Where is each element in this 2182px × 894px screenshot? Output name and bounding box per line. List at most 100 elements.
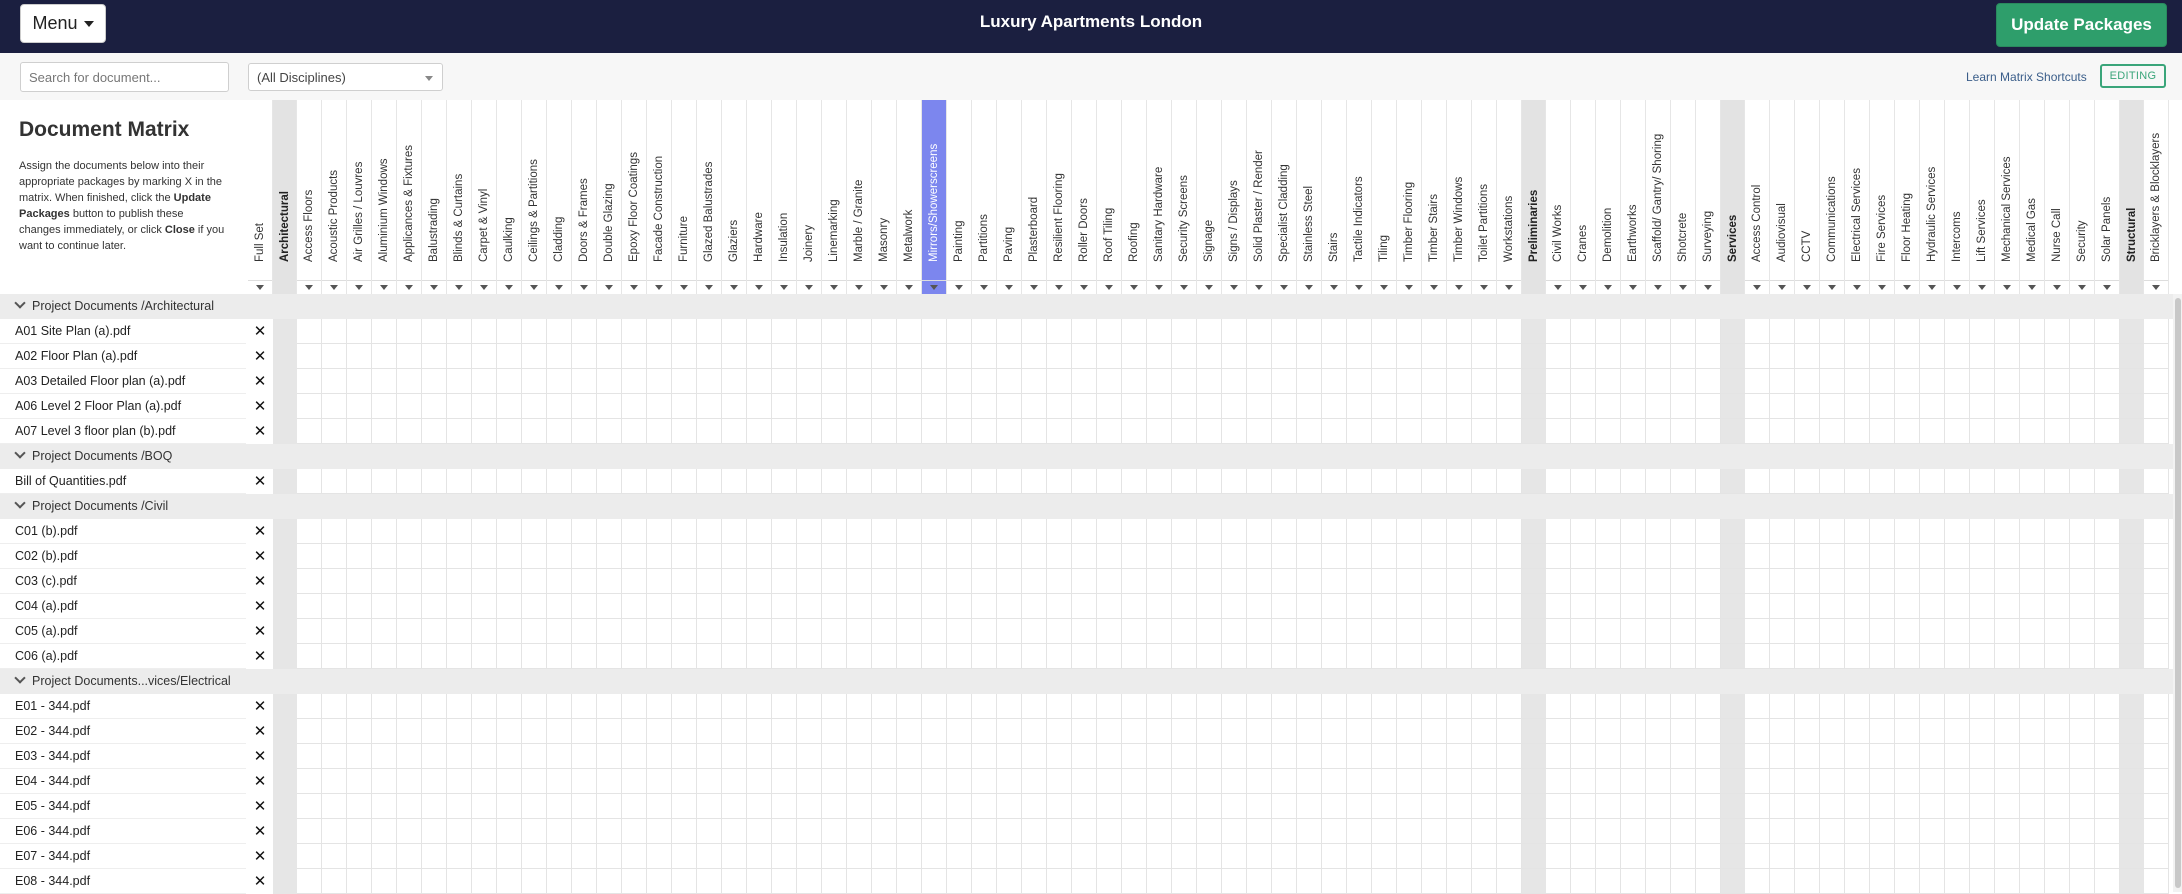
document-name[interactable]: C04 (a).pdf: [0, 594, 246, 619]
column-header-epoxy-floor-coatings[interactable]: Epoxy Floor Coatings: [622, 100, 647, 294]
column-header-signage[interactable]: Signage: [1197, 100, 1222, 294]
document-name[interactable]: C03 (c).pdf: [0, 569, 246, 594]
column-header-doors-frames[interactable]: Doors & Frames: [572, 100, 597, 294]
document-name[interactable]: C02 (b).pdf: [0, 544, 246, 569]
column-dropdown[interactable]: [872, 280, 896, 294]
column-header-timber-flooring[interactable]: Timber Flooring: [1397, 100, 1422, 294]
column-header-facade-construction[interactable]: Facade Construction: [647, 100, 672, 294]
column-header-hydraulic-services[interactable]: Hydraulic Services: [1920, 100, 1945, 294]
column-dropdown[interactable]: [1272, 280, 1296, 294]
document-name[interactable]: E03 - 344.pdf: [0, 744, 246, 769]
document-name[interactable]: E06 - 344.pdf: [0, 819, 246, 844]
column-dropdown[interactable]: [597, 280, 621, 294]
column-header-marble-granite[interactable]: Marble / Granite: [847, 100, 872, 294]
column-header-surveying[interactable]: Surveying: [1696, 100, 1721, 294]
column-dropdown[interactable]: [997, 280, 1021, 294]
column-header-intercoms[interactable]: Intercoms: [1945, 100, 1970, 294]
column-dropdown[interactable]: [1497, 280, 1521, 294]
search-input[interactable]: [20, 62, 229, 92]
column-header-scaffold-gantry-shoring[interactable]: Scaffold/ Gantry/ Shoring: [1646, 100, 1671, 294]
column-dropdown[interactable]: [1147, 280, 1171, 294]
column-header-nurse-call[interactable]: Nurse Call: [2045, 100, 2070, 294]
column-header-services[interactable]: Services: [1721, 100, 1745, 294]
column-dropdown[interactable]: [647, 280, 671, 294]
document-name[interactable]: E05 - 344.pdf: [0, 794, 246, 819]
column-header-specialist-cladding[interactable]: Specialist Cladding: [1272, 100, 1297, 294]
remove-document-icon[interactable]: ✕: [246, 319, 274, 344]
column-dropdown[interactable]: [2020, 280, 2044, 294]
column-dropdown[interactable]: [2045, 280, 2069, 294]
column-header-mirrors-showerscreens[interactable]: Mirrors/Showerscreens: [922, 100, 947, 294]
column-dropdown[interactable]: [1795, 280, 1819, 294]
column-dropdown[interactable]: [2070, 280, 2094, 294]
column-dropdown[interactable]: [672, 280, 696, 294]
column-dropdown[interactable]: [772, 280, 796, 294]
column-header-mechanical-services[interactable]: Mechanical Services: [1995, 100, 2020, 294]
column-header-carpet-vinyl[interactable]: Carpet & Vinyl: [472, 100, 497, 294]
column-header-shotcrete[interactable]: Shotcrete: [1671, 100, 1696, 294]
column-header-insulation[interactable]: Insulation: [772, 100, 797, 294]
remove-document-icon[interactable]: ✕: [246, 744, 274, 769]
column-header-double-glazing[interactable]: Double Glazing: [597, 100, 622, 294]
column-dropdown[interactable]: [1970, 280, 1994, 294]
column-header-security-screens[interactable]: Security Screens: [1172, 100, 1197, 294]
column-dropdown[interactable]: [747, 280, 771, 294]
column-header-timber-windows[interactable]: Timber Windows: [1447, 100, 1472, 294]
column-header-furniture[interactable]: Furniture: [672, 100, 697, 294]
column-dropdown[interactable]: [1397, 280, 1421, 294]
column-header-stainless-steel[interactable]: Stainless Steel: [1297, 100, 1322, 294]
remove-document-icon[interactable]: ✕: [246, 869, 274, 894]
column-header-linemarking[interactable]: Linemarking: [822, 100, 847, 294]
document-name[interactable]: C05 (a).pdf: [0, 619, 246, 644]
column-header-solid-plaster-render[interactable]: Solid Plaster / Render: [1247, 100, 1272, 294]
column-dropdown[interactable]: [2144, 280, 2168, 294]
column-dropdown[interactable]: [1097, 280, 1121, 294]
column-dropdown[interactable]: [547, 280, 571, 294]
column-header-lift-services[interactable]: Lift Services: [1970, 100, 1995, 294]
column-dropdown[interactable]: [297, 280, 321, 294]
document-name[interactable]: A07 Level 3 floor plan (b).pdf: [0, 419, 246, 444]
document-name[interactable]: E08 - 344.pdf: [0, 869, 246, 894]
column-header-plasterboard[interactable]: Plasterboard: [1022, 100, 1047, 294]
document-name[interactable]: E01 - 344.pdf: [0, 694, 246, 719]
column-header-stairs[interactable]: Stairs: [1322, 100, 1347, 294]
column-dropdown[interactable]: [2095, 280, 2119, 294]
column-header-fire-services[interactable]: Fire Services: [1870, 100, 1895, 294]
column-dropdown[interactable]: [1247, 280, 1271, 294]
update-packages-button[interactable]: Update Packages: [1996, 3, 2167, 47]
column-dropdown[interactable]: [822, 280, 846, 294]
document-name[interactable]: A03 Detailed Floor plan (a).pdf: [0, 369, 246, 394]
column-header-hardware[interactable]: Hardware: [747, 100, 772, 294]
column-dropdown[interactable]: [1546, 280, 1570, 294]
column-dropdown[interactable]: [1920, 280, 1944, 294]
document-name[interactable]: E07 - 344.pdf: [0, 844, 246, 869]
column-header-solar-panels[interactable]: Solar Panels: [2095, 100, 2120, 294]
column-header-roller-doors[interactable]: Roller Doors: [1072, 100, 1097, 294]
column-dropdown[interactable]: [1422, 280, 1446, 294]
document-name[interactable]: E02 - 344.pdf: [0, 719, 246, 744]
column-header-communications[interactable]: Communications: [1820, 100, 1845, 294]
column-dropdown[interactable]: [722, 280, 746, 294]
learn-shortcuts-link[interactable]: Learn Matrix Shortcuts: [1966, 70, 2087, 84]
remove-document-icon[interactable]: ✕: [246, 844, 274, 869]
remove-document-icon[interactable]: ✕: [246, 544, 274, 569]
scrollbar-thumb[interactable]: [2175, 298, 2181, 888]
column-header-air-grilles-louvres[interactable]: Air Grilles / Louvres: [347, 100, 372, 294]
column-header-access-control[interactable]: Access Control: [1745, 100, 1770, 294]
column-header-roof-tiling[interactable]: Roof Tiling: [1097, 100, 1122, 294]
document-name[interactable]: A01 Site Plan (a).pdf: [0, 319, 246, 344]
remove-document-icon[interactable]: ✕: [246, 469, 274, 494]
column-dropdown[interactable]: [347, 280, 371, 294]
column-header-masonry[interactable]: Masonry: [872, 100, 897, 294]
remove-document-icon[interactable]: ✕: [246, 394, 274, 419]
column-dropdown[interactable]: [1172, 280, 1196, 294]
remove-document-icon[interactable]: ✕: [246, 644, 274, 669]
folder-toggle[interactable]: Project Documents /Architectural: [0, 294, 246, 319]
column-header-floor-heating[interactable]: Floor Heating: [1895, 100, 1920, 294]
column-dropdown[interactable]: [1745, 280, 1769, 294]
column-header-blinds-curtains[interactable]: Blinds & Curtains: [447, 100, 472, 294]
folder-toggle[interactable]: Project Documents /BOQ: [0, 444, 246, 469]
remove-document-icon[interactable]: ✕: [246, 769, 274, 794]
column-dropdown[interactable]: [1671, 280, 1695, 294]
column-header-cladding[interactable]: Cladding: [547, 100, 572, 294]
